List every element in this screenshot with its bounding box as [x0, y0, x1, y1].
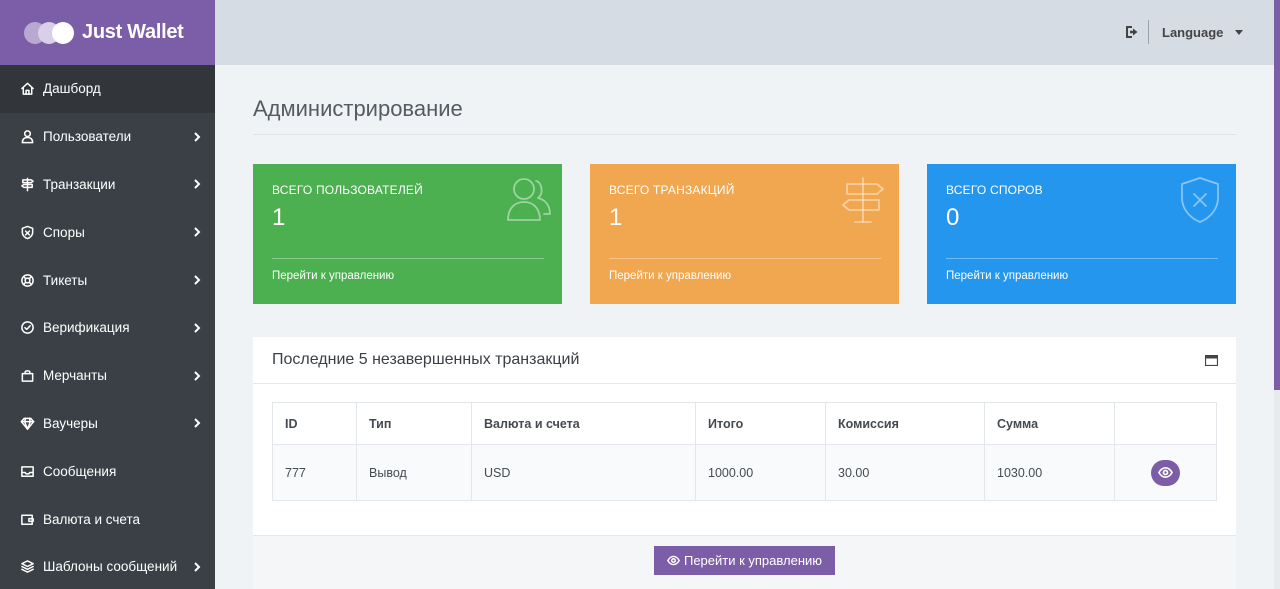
users-icon	[18, 128, 36, 146]
diamond-icon	[18, 414, 36, 432]
collapse-icon[interactable]	[1204, 353, 1219, 367]
top-header: Language	[215, 0, 1274, 65]
sidebar-item-merchants[interactable]: Мерчанты	[0, 352, 215, 400]
chevron-right-icon	[191, 226, 203, 238]
table-row: 777 Вывод USD 1000.00 30.00 1030.00	[272, 444, 1217, 501]
chevron-right-icon	[191, 274, 203, 286]
stat-card-divider	[609, 258, 881, 259]
cell-currency: USD	[471, 444, 696, 501]
sidebar-item-label: Ваучеры	[43, 415, 98, 431]
transactions-table: ID Тип Валюта и счета Итого Комиссия Сум…	[272, 402, 1217, 501]
chevron-right-icon	[191, 178, 203, 190]
chevron-right-icon	[191, 370, 203, 382]
cell-actions	[1114, 444, 1217, 501]
logo[interactable]: Just Wallet	[0, 0, 215, 65]
shield-icon	[18, 223, 36, 241]
column-header-id: ID	[272, 402, 357, 445]
stat-card-link[interactable]: Перейти к управлению	[272, 270, 394, 282]
chevron-right-icon	[191, 561, 203, 573]
chevron-right-icon	[191, 131, 203, 143]
sidebar-nav: Дашборд Пользователи Транзакции Споры Ти…	[0, 65, 215, 589]
column-header-total: Итого	[695, 402, 826, 445]
cell-fee: 30.00	[825, 444, 985, 501]
page-title: Администрирование	[253, 96, 463, 121]
stat-card-disputes: Всего споров 0 Перейти к управлению	[927, 164, 1236, 304]
caret-down-icon	[1235, 30, 1244, 35]
eye-icon	[666, 555, 680, 566]
sidebar-item-label: Дашборд	[43, 81, 101, 97]
inbox-icon	[18, 462, 36, 480]
sidebar-item-disputes[interactable]: Споры	[0, 208, 215, 256]
shopping-bag-icon	[18, 367, 36, 385]
sidebar-item-label: Транзакции	[43, 176, 116, 192]
panel-footer: Перейти к управлению	[253, 535, 1236, 589]
stat-card-link[interactable]: Перейти к управлению	[609, 270, 731, 282]
manage-button-label: Перейти к управлению	[683, 553, 823, 568]
sidebar-item-label: Споры	[43, 224, 85, 240]
sidebar-item-dashboard[interactable]: Дашборд	[0, 65, 215, 113]
sidebar-item-currencies[interactable]: Валюта и счета	[0, 495, 215, 543]
view-transaction-button[interactable]	[1151, 459, 1180, 486]
chevron-right-icon	[191, 322, 203, 334]
pending-transactions-panel: Последние 5 незавершенных транзакций ID …	[253, 337, 1236, 589]
chevron-right-icon	[191, 417, 203, 429]
sidebar-item-label: Верификация	[43, 320, 130, 336]
manage-transactions-button[interactable]: Перейти к управлению	[654, 546, 835, 575]
logo-icon	[24, 21, 78, 44]
users-icon	[500, 174, 552, 226]
sidebar-item-verification[interactable]: Верификация	[0, 304, 215, 352]
sidebar-item-label: Пользователи	[43, 129, 132, 145]
signpost-icon	[18, 175, 36, 193]
logout-icon[interactable]	[1124, 24, 1140, 40]
column-header-actions	[1114, 402, 1217, 445]
title-divider	[253, 134, 1236, 135]
stat-card-divider	[272, 258, 544, 259]
page-scrollbar[interactable]	[1274, 0, 1280, 589]
sidebar-item-transactions[interactable]: Транзакции	[0, 161, 215, 209]
stat-card-divider	[946, 258, 1218, 259]
column-header-amount: Сумма	[984, 402, 1115, 445]
panel-title: Последние 5 незавершенных транзакций	[272, 351, 580, 368]
sidebar-item-label: Мерчанты	[43, 368, 107, 384]
column-header-fee: Комиссия	[825, 402, 985, 445]
shield-x-icon	[1174, 174, 1226, 226]
panel-header: Последние 5 незавершенных транзакций	[253, 337, 1236, 384]
table-header-row: ID Тип Валюта и счета Итого Комиссия Сум…	[272, 402, 1217, 445]
layers-icon	[18, 558, 36, 576]
header-divider	[1148, 20, 1149, 44]
cell-amount: 1030.00	[984, 444, 1115, 501]
sidebar-item-users[interactable]: Пользователи	[0, 113, 215, 161]
cell-id: 777	[272, 444, 357, 501]
stat-card-transactions: Всего транзакций 1 Перейти к управлению	[590, 164, 899, 304]
eye-icon	[1158, 466, 1173, 479]
wallet-icon	[18, 510, 36, 528]
sidebar-item-label: Шаблоны сообщений	[43, 559, 178, 575]
sidebar-item-label: Валюта и счета	[43, 511, 141, 527]
home-icon	[18, 80, 36, 98]
column-header-currency: Валюта и счета	[471, 402, 696, 445]
sidebar-item-tickets[interactable]: Тикеты	[0, 256, 215, 304]
stat-card-link[interactable]: Перейти к управлению	[946, 270, 1068, 282]
stat-card-users: Всего пользователей 1 Перейти к управлен…	[253, 164, 562, 304]
lifebuoy-icon	[18, 271, 36, 289]
language-label: Language	[1162, 25, 1224, 40]
sidebar-item-messages[interactable]: Сообщения	[0, 447, 215, 495]
sidebar-item-message-templates[interactable]: Шаблоны сообщений	[0, 543, 215, 589]
cell-type: Вывод	[356, 444, 472, 501]
column-header-type: Тип	[356, 402, 472, 445]
sidebar-item-vouchers[interactable]: Ваучеры	[0, 400, 215, 448]
brand-name: Just Wallet	[82, 21, 184, 43]
check-circle-icon	[18, 319, 36, 337]
language-dropdown[interactable]: Language	[1162, 25, 1244, 40]
sidebar-item-label: Сообщения	[43, 463, 117, 479]
cell-total: 1000.00	[695, 444, 826, 501]
sidebar: Just Wallet Дашборд Пользователи Транзак…	[0, 0, 215, 589]
sidebar-item-label: Тикеты	[43, 272, 88, 288]
signpost-icon	[837, 174, 889, 226]
scrollbar-thumb[interactable]	[1274, 0, 1280, 390]
